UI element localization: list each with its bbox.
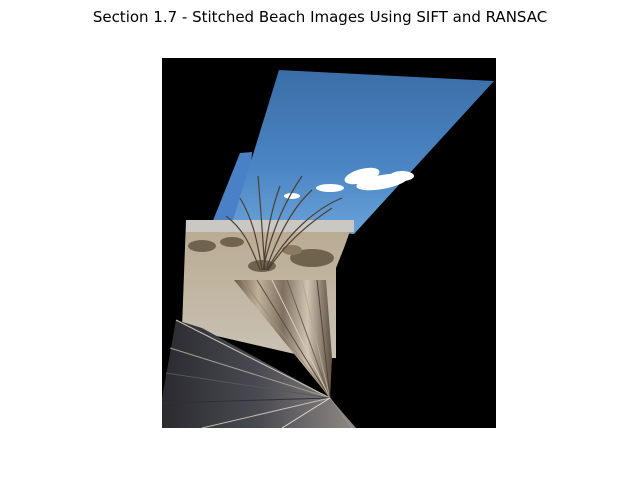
panorama-drawing <box>162 70 494 428</box>
stitched-panorama-image <box>162 58 496 428</box>
sky-panel-main <box>232 70 494 234</box>
figure-title: Section 1.7 - Stitched Beach Images Usin… <box>92 8 548 26</box>
